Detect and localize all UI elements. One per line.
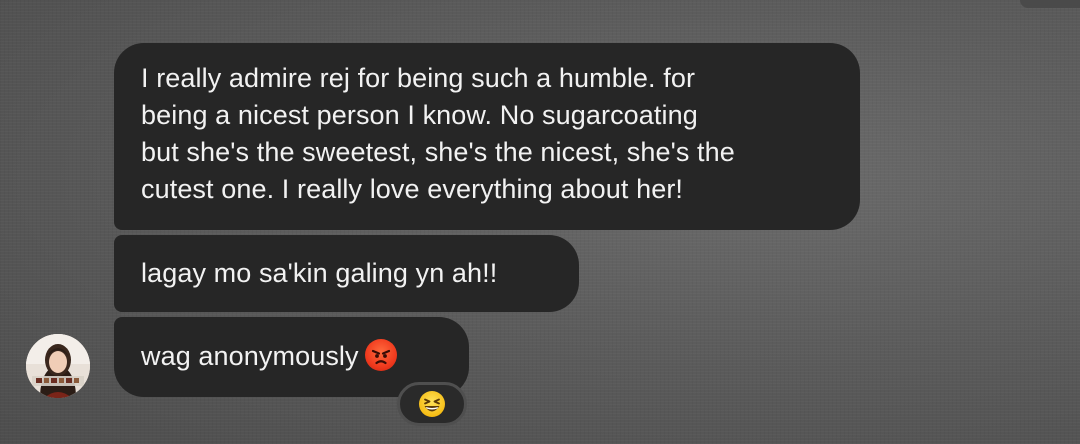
message-2-text: lagay mo sa'kin galing yn ah!! — [141, 258, 498, 288]
message-1-line-3: but she's the sweetest, she's the nicest… — [141, 137, 735, 167]
message-bubble-1[interactable]: I really admire rej for being such a hum… — [114, 43, 860, 230]
message-bubble-2[interactable]: lagay mo sa'kin galing yn ah!! — [114, 235, 579, 312]
message-1-line-4: cutest one. I really love everything abo… — [141, 174, 684, 204]
top-edge-element — [1020, 0, 1080, 8]
message-1-line-2: being a nicest person I know. No sugarco… — [141, 100, 698, 130]
message-3-text: wag anonymously — [141, 341, 359, 371]
profile-photo — [26, 334, 90, 398]
grinning-squinting-face-icon — [419, 391, 445, 417]
angry-face-icon — [364, 339, 397, 371]
message-1-line-1: I really admire rej for being such a hum… — [141, 63, 696, 93]
message-reaction[interactable] — [397, 382, 467, 426]
sender-avatar[interactable] — [26, 334, 90, 398]
